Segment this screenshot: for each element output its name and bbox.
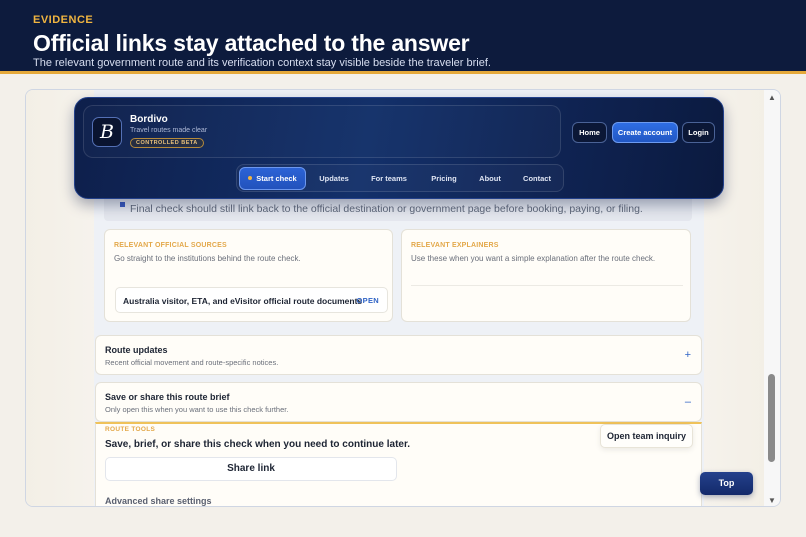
tab-contact[interactable]: Contact <box>513 167 561 190</box>
route-updates-subtitle: Recent official movement and route-speci… <box>105 358 279 367</box>
collapse-icon[interactable]: – <box>685 396 691 408</box>
route-updates-title: Route updates <box>105 345 168 355</box>
share-link-button[interactable]: Share link <box>105 457 397 481</box>
evidence-banner: EVIDENCE Official links stay attached to… <box>0 0 806 74</box>
save-share-title: Save or share this route brief <box>105 392 230 402</box>
tab-start-check[interactable]: Start check <box>239 167 306 190</box>
browser-frame: Final check should still link back to th… <box>25 89 781 507</box>
save-share-subtitle: Only open this when you want to use this… <box>105 405 289 414</box>
banner-headline: Official links stay attached to the answ… <box>33 30 470 56</box>
tab-label: Start check <box>256 174 297 183</box>
tab-pricing[interactable]: Pricing <box>421 167 467 190</box>
route-tools-title: Save, brief, or share this check when yo… <box>105 439 411 450</box>
page-scrollbar[interactable]: ▲ ▼ <box>764 90 780 506</box>
tab-about[interactable]: About <box>470 167 510 190</box>
back-to-top-button[interactable]: Top <box>700 472 753 495</box>
official-document-link[interactable]: Australia visitor, ETA, and eVisitor off… <box>115 287 388 313</box>
document-link-label: Australia visitor, ETA, and eVisitor off… <box>123 296 363 306</box>
tab-updates[interactable]: Updates <box>310 167 358 190</box>
bordivo-logo-icon[interactable]: B <box>92 117 122 147</box>
banner-subline: The relevant government route and its ve… <box>33 57 491 69</box>
main-nav-tabs: Start check Updates For teams Pricing Ab… <box>236 164 564 192</box>
banner-eyebrow: EVIDENCE <box>33 14 94 26</box>
explainers-subtitle: Use these when you want a simple explana… <box>411 254 656 263</box>
open-link-button[interactable]: OPEN <box>357 296 379 305</box>
sources-subtitle: Go straight to the institutions behind t… <box>114 254 301 263</box>
brand-name: Bordivo <box>130 114 168 125</box>
bullet-icon <box>120 202 125 207</box>
create-account-button[interactable]: Create account <box>612 122 678 143</box>
sources-title: RELEVANT OFFICIAL SOURCES <box>114 242 227 249</box>
advanced-share-settings[interactable]: Advanced share settings <box>105 496 212 506</box>
beta-badge: CONTROLLED BETA <box>130 138 204 148</box>
home-button[interactable]: Home <box>572 122 607 143</box>
open-team-inquiry-button[interactable]: Open team inquiry <box>600 424 693 448</box>
active-dot-icon <box>248 176 253 180</box>
save-share-accordion[interactable]: Save or share this route brief Only open… <box>95 382 702 422</box>
explainers-card: RELEVANT EXPLAINERS Use these when you w… <box>401 229 691 322</box>
scroll-up-arrow-icon[interactable]: ▲ <box>768 93 776 102</box>
divider <box>411 285 683 286</box>
scroll-down-arrow-icon[interactable]: ▼ <box>768 496 776 505</box>
tab-for-teams[interactable]: For teams <box>361 167 417 190</box>
login-button[interactable]: Login <box>682 122 715 143</box>
scroll-thumb[interactable] <box>768 374 775 462</box>
explainers-title: RELEVANT EXPLAINERS <box>411 242 499 249</box>
notice-text: Final check should still link back to th… <box>130 203 643 215</box>
route-tools-eyebrow: ROUTE TOOLS <box>105 426 156 433</box>
expand-icon[interactable]: + <box>685 349 691 361</box>
brand-block: B Bordivo Travel routes made clear CONTR… <box>83 105 561 158</box>
official-sources-card: RELEVANT OFFICIAL SOURCES Go straight to… <box>104 229 393 322</box>
brand-tagline: Travel routes made clear <box>130 127 208 134</box>
site-header: B Bordivo Travel routes made clear CONTR… <box>74 97 724 199</box>
page-viewport: Final check should still link back to th… <box>26 90 766 506</box>
route-updates-accordion[interactable]: Route updates Recent official movement a… <box>95 335 702 375</box>
